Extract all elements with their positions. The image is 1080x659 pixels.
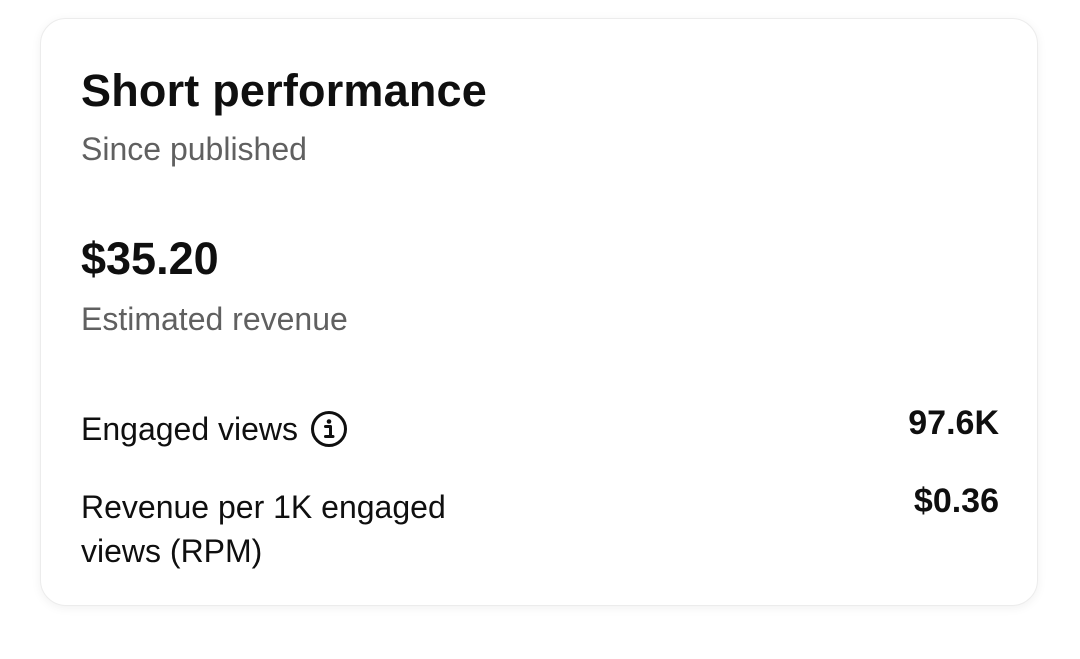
engaged-views-label-group: Engaged views bbox=[81, 407, 348, 451]
engaged-views-value: 97.6K bbox=[908, 404, 999, 442]
info-icon[interactable] bbox=[310, 410, 348, 448]
card-subtitle: Since published bbox=[81, 131, 307, 167]
card-title: Short performance bbox=[81, 65, 487, 116]
short-performance-card: Short performance Since published $35.20… bbox=[40, 18, 1038, 606]
estimated-revenue-value: $35.20 bbox=[81, 233, 219, 284]
rpm-label: Revenue per 1K engaged views (RPM) bbox=[81, 489, 446, 569]
estimated-revenue-label: Estimated revenue bbox=[81, 301, 348, 337]
engaged-views-label: Engaged views bbox=[81, 411, 299, 447]
rpm-value: $0.36 bbox=[913, 482, 999, 520]
